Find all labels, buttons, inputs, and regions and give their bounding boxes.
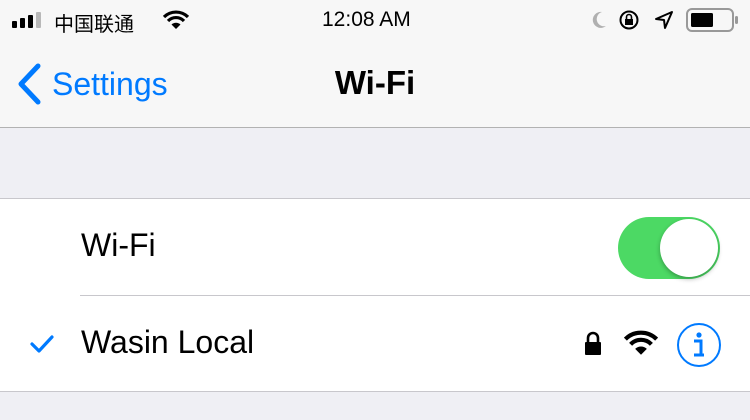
clock: 12:08 AM — [322, 8, 411, 31]
location-arrow-icon — [655, 11, 673, 29]
toggle-knob — [660, 219, 718, 277]
wifi-toggle-label: Wi-Fi — [81, 227, 156, 263]
checkmark-icon — [30, 335, 54, 353]
lock-icon — [585, 331, 601, 355]
page-title: Wi-Fi — [334, 64, 416, 101]
carrier-name: 中国联通 — [54, 14, 134, 36]
network-name: Wasin Local — [81, 324, 255, 360]
wifi-icon — [163, 10, 189, 29]
network-row[interactable]: Wasin Local — [0, 296, 750, 393]
info-icon[interactable] — [676, 322, 722, 368]
moon-icon — [592, 11, 606, 28]
wifi-settings-section: Wi-Fi Wasin Local — [0, 198, 750, 392]
status-bar: 中国联通 12:08 AM — [0, 0, 750, 40]
rotation-lock-icon — [619, 10, 639, 30]
wifi-toggle-row: Wi-Fi — [0, 199, 750, 296]
cellular-signal-icon — [12, 12, 41, 28]
wifi-signal-icon — [624, 330, 658, 355]
battery-icon — [686, 8, 738, 32]
wifi-toggle[interactable] — [618, 217, 720, 279]
navigation-bar: Settings Wi-Fi — [0, 40, 750, 128]
